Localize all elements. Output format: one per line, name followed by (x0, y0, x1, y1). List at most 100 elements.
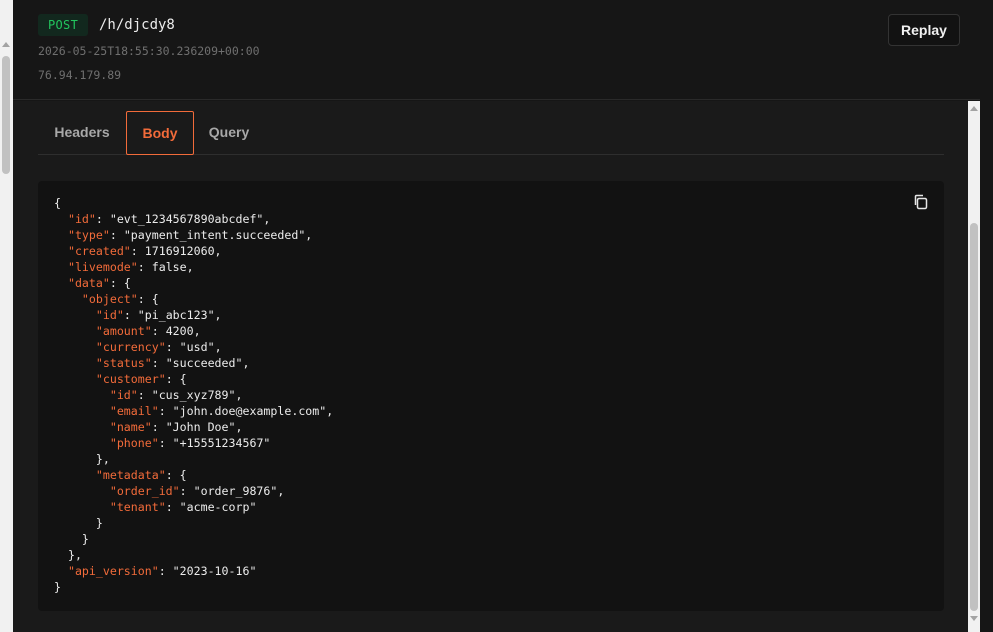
json-key: "order_id" (109, 484, 180, 498)
scrollbar-thumb[interactable] (2, 56, 10, 174)
json-key: "metadata" (95, 468, 166, 482)
json-text: : "succeeded", (151, 356, 250, 370)
json-key: "id" (109, 388, 138, 402)
json-text (54, 324, 96, 338)
request-detail-panel: POST /h/djcdy8 2026-05-25T18:55:30.23620… (13, 0, 993, 632)
content-scrollbar[interactable] (968, 101, 980, 632)
json-text: { (54, 196, 61, 210)
json-text (54, 212, 68, 226)
json-text: : "acme-corp" (165, 500, 257, 514)
json-key: "id" (67, 212, 96, 226)
json-text: }, (54, 452, 110, 466)
json-text: : "payment_intent.succeeded", (109, 228, 313, 242)
json-text: : { (137, 292, 159, 306)
json-text: : "order_9876", (179, 484, 285, 498)
json-text (54, 356, 96, 370)
json-text: : false, (137, 260, 194, 274)
tab-body[interactable]: Body (126, 111, 194, 155)
json-text (54, 292, 82, 306)
request-ip: 76.94.179.89 (38, 68, 122, 82)
tab-headers[interactable]: Headers (38, 111, 126, 155)
json-text: : { (165, 468, 187, 482)
code-line: "email": "john.doe@example.com", (54, 404, 333, 418)
json-key: "status" (95, 356, 152, 370)
tab-query[interactable]: Query (198, 111, 260, 155)
outer-scrollbar[interactable] (0, 0, 13, 632)
json-text: }, (54, 548, 82, 562)
json-body: { "id": "evt_1234567890abcdef", "type": … (54, 195, 333, 595)
code-line: "metadata": { (54, 468, 187, 482)
code-line: "status": "succeeded", (54, 356, 250, 370)
json-key: "email" (109, 404, 159, 418)
json-text (54, 388, 110, 402)
code-line: "object": { (54, 292, 159, 306)
scroll-down-arrow-icon[interactable] (970, 616, 978, 621)
code-line: "id": "pi_abc123", (54, 308, 222, 322)
copy-icon[interactable] (912, 193, 930, 211)
json-text (54, 228, 68, 242)
json-key: "data" (67, 276, 110, 290)
tab-bar: Headers Body Query (38, 111, 944, 155)
code-line: { (54, 196, 61, 210)
body-code-panel: { "id": "evt_1234567890abcdef", "type": … (38, 181, 944, 611)
json-text: : { (165, 372, 187, 386)
json-key: "object" (81, 292, 138, 306)
json-text: : 4200, (151, 324, 201, 338)
code-line: } (54, 580, 61, 594)
json-key: "created" (67, 244, 131, 258)
json-text (54, 404, 110, 418)
json-text (54, 276, 68, 290)
request-timestamp: 2026-05-25T18:55:30.236209+00:00 (38, 44, 260, 58)
json-text (54, 468, 96, 482)
scroll-up-arrow-icon[interactable] (2, 42, 10, 47)
right-edge (980, 0, 993, 632)
json-key: "name" (109, 420, 152, 434)
request-path: /h/djcdy8 (99, 17, 175, 33)
json-text (54, 372, 96, 386)
code-line: "livemode": false, (54, 260, 194, 274)
json-text: } (54, 516, 103, 530)
code-line: "currency": "usd", (54, 340, 222, 354)
json-key: "tenant" (109, 500, 166, 514)
replay-button[interactable]: Replay (888, 14, 960, 46)
code-line: "id": "cus_xyz789", (54, 388, 243, 402)
code-line: "data": { (54, 276, 131, 290)
json-key: "type" (67, 228, 110, 242)
request-header: POST /h/djcdy8 2026-05-25T18:55:30.23620… (13, 0, 980, 100)
json-key: "phone" (109, 436, 159, 450)
request-content: Headers Body Query { "id": "evt_12345678… (13, 101, 968, 632)
json-text (54, 500, 110, 514)
json-text: : 1716912060, (130, 244, 222, 258)
json-text: : "john.doe@example.com", (158, 404, 334, 418)
json-text (54, 564, 68, 578)
scrollbar-thumb[interactable] (970, 223, 978, 611)
code-line: }, (54, 452, 110, 466)
json-text (54, 420, 110, 434)
json-text (54, 484, 110, 498)
code-line: }, (54, 548, 82, 562)
json-text: : "John Doe", (151, 420, 243, 434)
json-text: } (54, 532, 89, 546)
json-key: "amount" (95, 324, 152, 338)
json-text (54, 308, 96, 322)
code-line: "amount": 4200, (54, 324, 201, 338)
code-line: "order_id": "order_9876", (54, 484, 285, 498)
json-key: "id" (95, 308, 124, 322)
json-text: : "usd", (165, 340, 222, 354)
json-key: "customer" (95, 372, 166, 386)
json-key: "livemode" (67, 260, 138, 274)
code-line: "id": "evt_1234567890abcdef", (54, 212, 270, 226)
json-text: : "cus_xyz789", (137, 388, 243, 402)
json-text: : "+15551234567" (158, 436, 271, 450)
code-line: "created": 1716912060, (54, 244, 222, 258)
code-line: } (54, 532, 89, 546)
json-text: } (54, 580, 61, 594)
code-line: "type": "payment_intent.succeeded", (54, 228, 312, 242)
code-line: "phone": "+15551234567" (54, 436, 271, 450)
json-key: "api_version" (67, 564, 159, 578)
code-line: "tenant": "acme-corp" (54, 500, 257, 514)
json-key: "currency" (95, 340, 166, 354)
json-text (54, 244, 68, 258)
scroll-up-arrow-icon[interactable] (970, 106, 978, 111)
json-text: : { (109, 276, 131, 290)
